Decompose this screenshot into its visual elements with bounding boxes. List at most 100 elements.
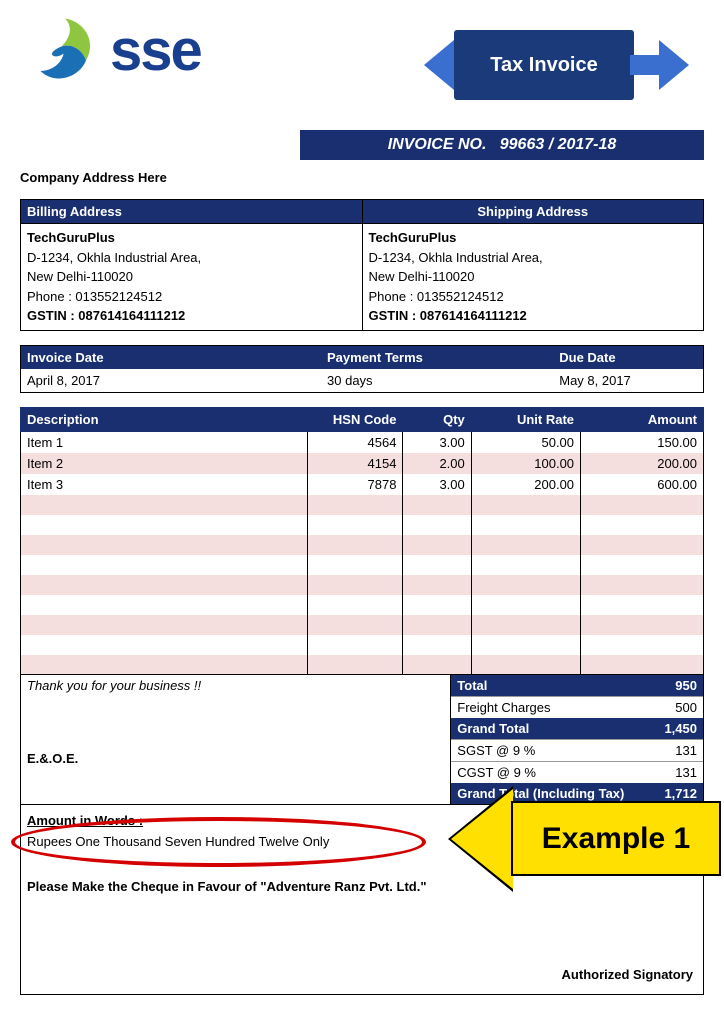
cell-rate (471, 595, 580, 615)
table-row (21, 575, 704, 595)
cell-amount: 150.00 (581, 431, 704, 453)
shipping-line2: New Delhi-110020 (369, 267, 698, 287)
tax-invoice-banner: Tax Invoice (454, 30, 634, 100)
company-address-label: Company Address Here (20, 170, 704, 185)
table-row: Item 378783.00200.00600.00 (21, 474, 704, 495)
invoice-date-value: April 8, 2017 (21, 369, 322, 393)
cell-amount (581, 495, 704, 515)
table-row (21, 655, 704, 675)
cell-hsn (307, 515, 403, 535)
table-row (21, 535, 704, 555)
cell-hsn (307, 555, 403, 575)
invoice-no-value: 99663 / 2017-18 (500, 136, 617, 153)
cgst-value: 131 (653, 762, 704, 784)
line-items-table: Description HSN Code Qty Unit Rate Amoun… (20, 407, 704, 676)
arrow-right-icon (659, 40, 689, 90)
address-table: Billing Address Shipping Address TechGur… (20, 199, 704, 331)
shipping-gstin: GSTIN : 087614164111212 (369, 306, 698, 326)
cell-rate (471, 655, 580, 675)
amount-in-words-label: Amount in Words : (27, 813, 697, 828)
cell-amount (581, 635, 704, 655)
logo-text: sse (110, 17, 201, 84)
cell-rate (471, 575, 580, 595)
grand-total-label: Grand Total (451, 718, 653, 740)
cell-qty (403, 495, 471, 515)
cell-rate: 50.00 (471, 431, 580, 453)
table-row (21, 515, 704, 535)
cheque-instruction: Please Make the Cheque in Favour of "Adv… (27, 879, 697, 894)
shipping-header: Shipping Address (362, 200, 704, 224)
cell-amount (581, 575, 704, 595)
shipping-name: TechGuruPlus (369, 228, 698, 248)
cell-desc: Item 2 (21, 453, 308, 474)
billing-phone: Phone : 013552124512 (27, 287, 356, 307)
due-date-value: May 8, 2017 (553, 369, 703, 393)
cell-desc (21, 615, 308, 635)
billing-line2: New Delhi-110020 (27, 267, 356, 287)
col-description: Description (21, 407, 308, 431)
cell-hsn (307, 495, 403, 515)
cell-hsn (307, 635, 403, 655)
cgst-label: CGST @ 9 % (451, 762, 653, 784)
cell-rate (471, 495, 580, 515)
summary-table: Thank you for your business !! E.&.O.E. … (20, 675, 704, 805)
invoice-date-header: Invoice Date (21, 345, 322, 369)
cell-qty (403, 655, 471, 675)
invoice-meta-table: Invoice Date Payment Terms Due Date Apri… (20, 345, 704, 393)
col-qty: Qty (403, 407, 471, 431)
table-row (21, 595, 704, 615)
cell-rate: 100.00 (471, 453, 580, 474)
total-label: Total (451, 675, 653, 697)
cell-qty: 2.00 (403, 453, 471, 474)
shipping-line1: D-1234, Okhla Industrial Area, (369, 248, 698, 268)
cell-qty (403, 515, 471, 535)
cell-desc (21, 495, 308, 515)
grand-total-value: 1,450 (653, 718, 704, 740)
total-value: 950 (653, 675, 704, 697)
cell-hsn (307, 535, 403, 555)
freight-label: Freight Charges (451, 697, 653, 719)
table-row (21, 555, 704, 575)
cell-desc (21, 635, 308, 655)
cell-desc: Item 1 (21, 431, 308, 453)
cell-qty (403, 555, 471, 575)
grand-total-tax-label: Grand Total (Including Tax) (451, 783, 653, 805)
cell-hsn: 4154 (307, 453, 403, 474)
cell-qty (403, 535, 471, 555)
table-row: Item 241542.00100.00200.00 (21, 453, 704, 474)
cell-amount (581, 655, 704, 675)
cell-hsn (307, 615, 403, 635)
payment-terms-value: 30 days (321, 369, 553, 393)
payment-terms-header: Payment Terms (321, 345, 553, 369)
cell-hsn (307, 595, 403, 615)
cell-qty (403, 595, 471, 615)
table-row: Item 145643.0050.00150.00 (21, 431, 704, 453)
billing-gstin: GSTIN : 087614164111212 (27, 306, 356, 326)
cell-qty (403, 635, 471, 655)
cell-desc: Item 3 (21, 474, 308, 495)
cell-rate (471, 535, 580, 555)
cell-desc (21, 555, 308, 575)
col-rate: Unit Rate (471, 407, 580, 431)
company-suffix: t. Ltd. (658, 833, 693, 848)
cell-desc (21, 535, 308, 555)
cell-desc (21, 595, 308, 615)
amount-in-words-value: Rupees One Thousand Seven Hundred Twelve… (27, 834, 697, 849)
logo-swirl-icon (30, 15, 100, 85)
grand-total-tax-value: 1,712 (653, 783, 704, 805)
cell-amount (581, 615, 704, 635)
cell-desc (21, 575, 308, 595)
sgst-value: 131 (653, 740, 704, 762)
cell-qty (403, 575, 471, 595)
invoice-number-bar: INVOICE NO. 99663 / 2017-18 (300, 130, 704, 160)
cell-amount (581, 535, 704, 555)
cell-rate: 200.00 (471, 474, 580, 495)
due-date-header: Due Date (553, 345, 703, 369)
cell-hsn: 4564 (307, 431, 403, 453)
cell-rate (471, 615, 580, 635)
billing-address-cell: TechGuruPlus D-1234, Okhla Industrial Ar… (21, 224, 363, 331)
sgst-label: SGST @ 9 % (451, 740, 653, 762)
freight-value: 500 (653, 697, 704, 719)
cell-qty: 3.00 (403, 431, 471, 453)
authorized-signatory-label: Authorized Signatory (562, 967, 693, 982)
